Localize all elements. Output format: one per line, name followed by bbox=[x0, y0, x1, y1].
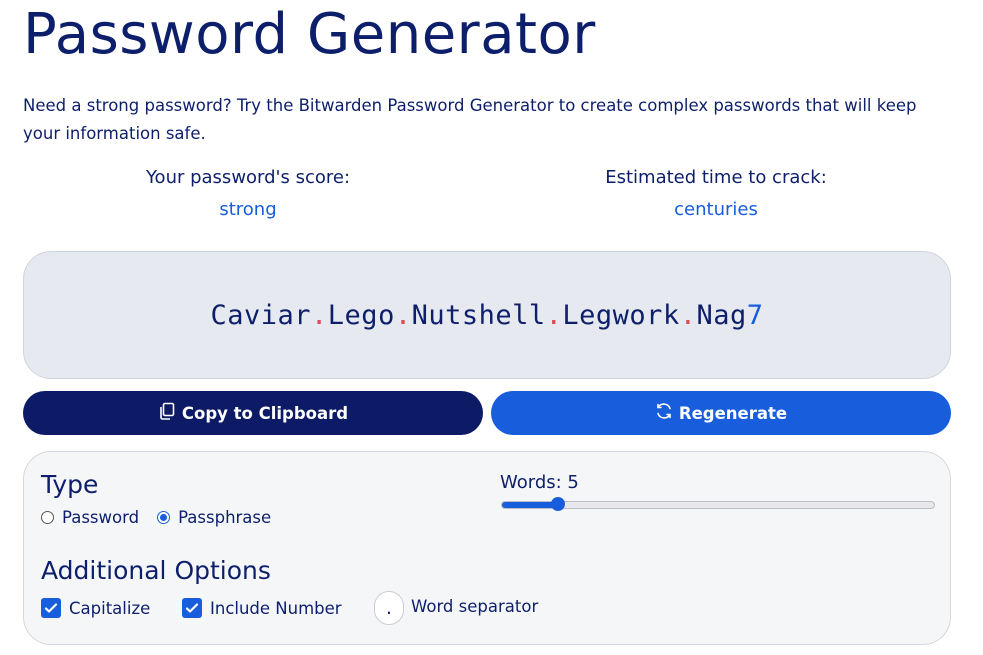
checkmark-icon bbox=[44, 603, 58, 613]
password-word: Nag bbox=[696, 299, 747, 331]
passphrase-radio[interactable] bbox=[157, 511, 171, 524]
password-score: Your password's score: strong bbox=[110, 164, 386, 228]
password-separator: . bbox=[394, 299, 412, 331]
password-number: 7 bbox=[746, 299, 764, 331]
password-word: Legwork bbox=[562, 299, 680, 331]
word-separator-input[interactable] bbox=[374, 591, 404, 625]
password-radio[interactable] bbox=[41, 511, 54, 524]
crack-time-value: centuries bbox=[674, 199, 758, 220]
intro-text: Need a strong password? Try the Bitwarde… bbox=[23, 96, 917, 143]
regenerate-button-label: Regenerate bbox=[678, 403, 788, 423]
password-separator: . bbox=[311, 299, 328, 331]
words-slider-thumb[interactable] bbox=[551, 497, 566, 511]
capitalize-option[interactable]: Capitalize bbox=[41, 598, 150, 618]
words-count-label: Words: 5 bbox=[500, 472, 579, 493]
type-heading: Type bbox=[41, 470, 99, 499]
password-word: Caviar bbox=[210, 299, 312, 331]
regenerate-button[interactable]: Regenerate bbox=[491, 391, 951, 435]
words-slider-fill bbox=[502, 502, 559, 508]
password-word: Nutshell bbox=[411, 299, 546, 331]
include-number-checkbox[interactable] bbox=[182, 598, 202, 618]
include-number-option[interactable]: Include Number bbox=[182, 598, 342, 618]
password-word: Lego bbox=[327, 299, 395, 331]
password-radio-label[interactable]: Password bbox=[62, 508, 139, 527]
word-separator-label: Word separator bbox=[411, 597, 539, 616]
capitalize-checkbox[interactable] bbox=[41, 598, 61, 618]
checkmark-icon bbox=[185, 603, 199, 613]
refresh-icon bbox=[655, 402, 673, 424]
generated-password[interactable]: Caviar.Lego.Nutshell.Legwork.Nag7 bbox=[210, 300, 763, 331]
copy-to-clipboard-button[interactable]: Copy to Clipboard bbox=[23, 391, 483, 435]
crack-time: Estimated time to crack: centuries bbox=[578, 164, 854, 228]
crack-time-label: Estimated time to crack: bbox=[605, 167, 827, 188]
options-panel: Type Password Passphrase Words: 5 Additi… bbox=[23, 451, 951, 645]
score-value: strong bbox=[219, 199, 277, 220]
passphrase-radio-label[interactable]: Passphrase bbox=[178, 508, 271, 527]
additional-options-heading: Additional Options bbox=[41, 556, 271, 585]
type-radio-group: Password Passphrase bbox=[41, 508, 271, 527]
page-title: Password Generator bbox=[23, 2, 596, 67]
generated-password-box[interactable]: Caviar.Lego.Nutshell.Legwork.Nag7 bbox=[23, 251, 951, 379]
score-label: Your password's score: bbox=[145, 167, 351, 188]
words-slider[interactable] bbox=[501, 497, 935, 511]
include-number-label[interactable]: Include Number bbox=[210, 599, 342, 618]
capitalize-label[interactable]: Capitalize bbox=[69, 599, 150, 618]
copy-icon bbox=[158, 402, 176, 424]
copy-button-label: Copy to Clipboard bbox=[181, 403, 349, 423]
password-separator: . bbox=[545, 299, 563, 331]
password-separator: . bbox=[679, 299, 697, 331]
